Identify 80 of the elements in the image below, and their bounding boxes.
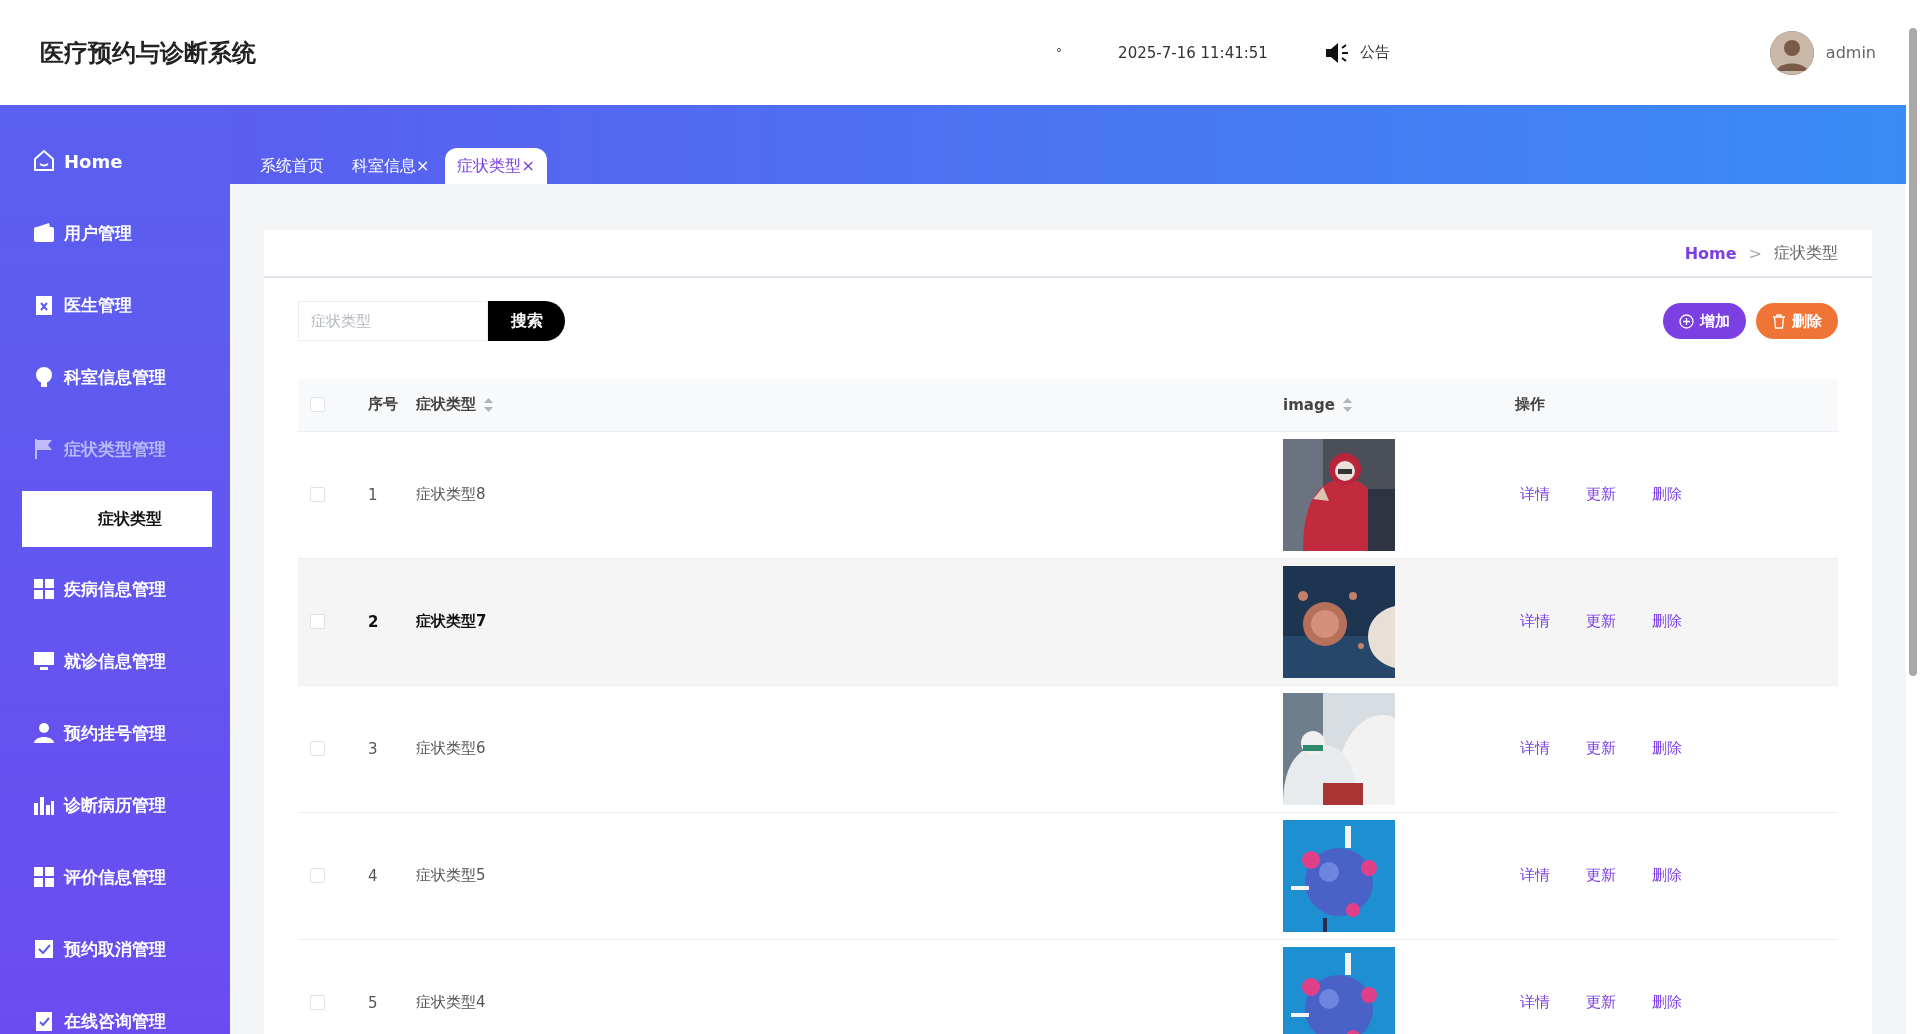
action-link[interactable]: 删除 xyxy=(1652,739,1682,757)
checkbox[interactable] xyxy=(310,995,325,1010)
table-cell: 症状类型4 xyxy=(416,993,486,1011)
sidebar-menu-item[interactable]: 就诊信息管理 xyxy=(0,625,230,697)
table-cell: 症状类型8 xyxy=(416,485,486,503)
action-link[interactable]: 删除 xyxy=(1652,866,1682,884)
sort-icon[interactable] xyxy=(484,397,493,412)
notice-link[interactable]: 公告 xyxy=(1359,43,1390,62)
status-dot-text: ° xyxy=(1056,45,1063,60)
table-cell: 4 xyxy=(368,866,378,885)
sidebar-menu-item[interactable]: 用户管理 xyxy=(0,197,230,269)
breadcrumb-link[interactable]: Home xyxy=(1684,243,1737,263)
checkbox[interactable] xyxy=(310,868,325,883)
sidebar-menu-item[interactable]: 医生管理 xyxy=(0,269,230,341)
sidebar-menu-item[interactable]: 预约挂号管理 xyxy=(0,697,230,769)
search-field[interactable]: 症状类型 xyxy=(298,301,488,341)
action-link[interactable]: 更新 xyxy=(1586,739,1616,757)
plus-circle-icon xyxy=(1679,313,1694,329)
table-cell: 1 xyxy=(368,485,378,504)
home-icon xyxy=(32,149,56,173)
submenu-item[interactable]: 症状类型 xyxy=(22,491,212,547)
column-header: 操作 xyxy=(1515,395,1545,415)
table-row[interactable]: 4 症状类型5 详情 更新 删除 xyxy=(298,812,1838,939)
table-cell: 2 xyxy=(368,612,379,631)
action-link[interactable]: 详情 xyxy=(1520,739,1550,757)
table-cell: 症状类型5 xyxy=(416,866,486,884)
breadcrumb-current: 症状类型 xyxy=(1774,242,1838,264)
action-link[interactable]: 更新 xyxy=(1586,993,1616,1011)
avatar-icon[interactable] xyxy=(1769,30,1814,75)
sort-icon[interactable] xyxy=(1342,397,1352,412)
action-link[interactable]: 更新 xyxy=(1586,612,1616,630)
monitor-icon xyxy=(32,649,56,673)
action-link[interactable]: 删除 xyxy=(1652,993,1682,1011)
tab[interactable]: 系统首页 xyxy=(248,148,336,184)
grid-icon xyxy=(32,865,56,889)
sidebar-menu-item[interactable]: 预约取消管理 xyxy=(0,913,230,985)
action-link[interactable]: 更新 xyxy=(1586,866,1616,884)
column-header[interactable]: 症状类型 xyxy=(416,395,476,415)
checkbox[interactable] xyxy=(310,487,325,502)
table-row[interactable]: 5 症状类型4 详情 更新 删除 xyxy=(298,939,1838,1034)
username-text[interactable]: admin xyxy=(1825,43,1876,62)
table-row[interactable]: 1 症状类型8 详情 更新 删除 xyxy=(298,431,1838,558)
action-link[interactable]: 详情 xyxy=(1520,612,1550,630)
checkbox-icon xyxy=(32,937,56,961)
speaker-icon[interactable] xyxy=(1323,41,1350,64)
breadcrumb-separator: > xyxy=(1748,243,1762,263)
tab[interactable]: 科室信息× xyxy=(340,148,442,184)
sidebar-menu-item[interactable]: 在线咨询管理 xyxy=(0,985,230,1034)
checkbox[interactable] xyxy=(310,397,325,413)
tab[interactable]: 症状类型× xyxy=(445,148,547,184)
sidebar-menu-item[interactable]: 疾病信息管理 xyxy=(0,553,230,625)
table-row[interactable]: 3 症状类型6 详情 更新 删除 xyxy=(298,685,1838,812)
table-cell: 症状类型6 xyxy=(416,739,486,757)
wallet-icon xyxy=(32,221,56,245)
column-header: 序号 xyxy=(368,395,398,415)
app-title: 医疗预约与诊断系统 xyxy=(40,37,257,69)
grid-icon xyxy=(32,577,56,601)
action-link[interactable]: 更新 xyxy=(1586,485,1616,503)
action-link[interactable]: 删除 xyxy=(1652,612,1682,630)
table-cell: 5 xyxy=(368,993,378,1012)
sidebar-menu-item[interactable]: 科室信息管理 xyxy=(0,341,230,413)
column-header[interactable]: image xyxy=(1283,395,1335,414)
table-cell: 症状类型7 xyxy=(416,612,487,630)
action-link[interactable]: 详情 xyxy=(1520,866,1550,884)
search-button[interactable]: 搜索 xyxy=(488,301,565,341)
scrollbar-thumb[interactable] xyxy=(1909,28,1917,676)
table-row[interactable]: 2 症状类型7 详情 更新 删除 xyxy=(298,558,1838,685)
trash-icon xyxy=(1772,313,1786,329)
person-icon xyxy=(32,721,56,745)
table-cell: 3 xyxy=(368,739,378,758)
action-link[interactable]: 详情 xyxy=(1520,993,1550,1011)
action-link[interactable]: 删除 xyxy=(1652,485,1682,503)
add-button[interactable]: 增加 xyxy=(1663,303,1746,339)
datetime-text: 2025-7-16 11:41:51 xyxy=(1118,43,1268,62)
sidebar-menu-item[interactable]: Home xyxy=(0,125,230,197)
action-link[interactable]: 详情 xyxy=(1520,485,1550,503)
sidebar-menu-item[interactable]: 评价信息管理 xyxy=(0,841,230,913)
checkbox[interactable] xyxy=(310,614,325,629)
checkbox[interactable] xyxy=(310,741,325,756)
sidebar-menu-item[interactable]: 诊断病历管理 xyxy=(0,769,230,841)
